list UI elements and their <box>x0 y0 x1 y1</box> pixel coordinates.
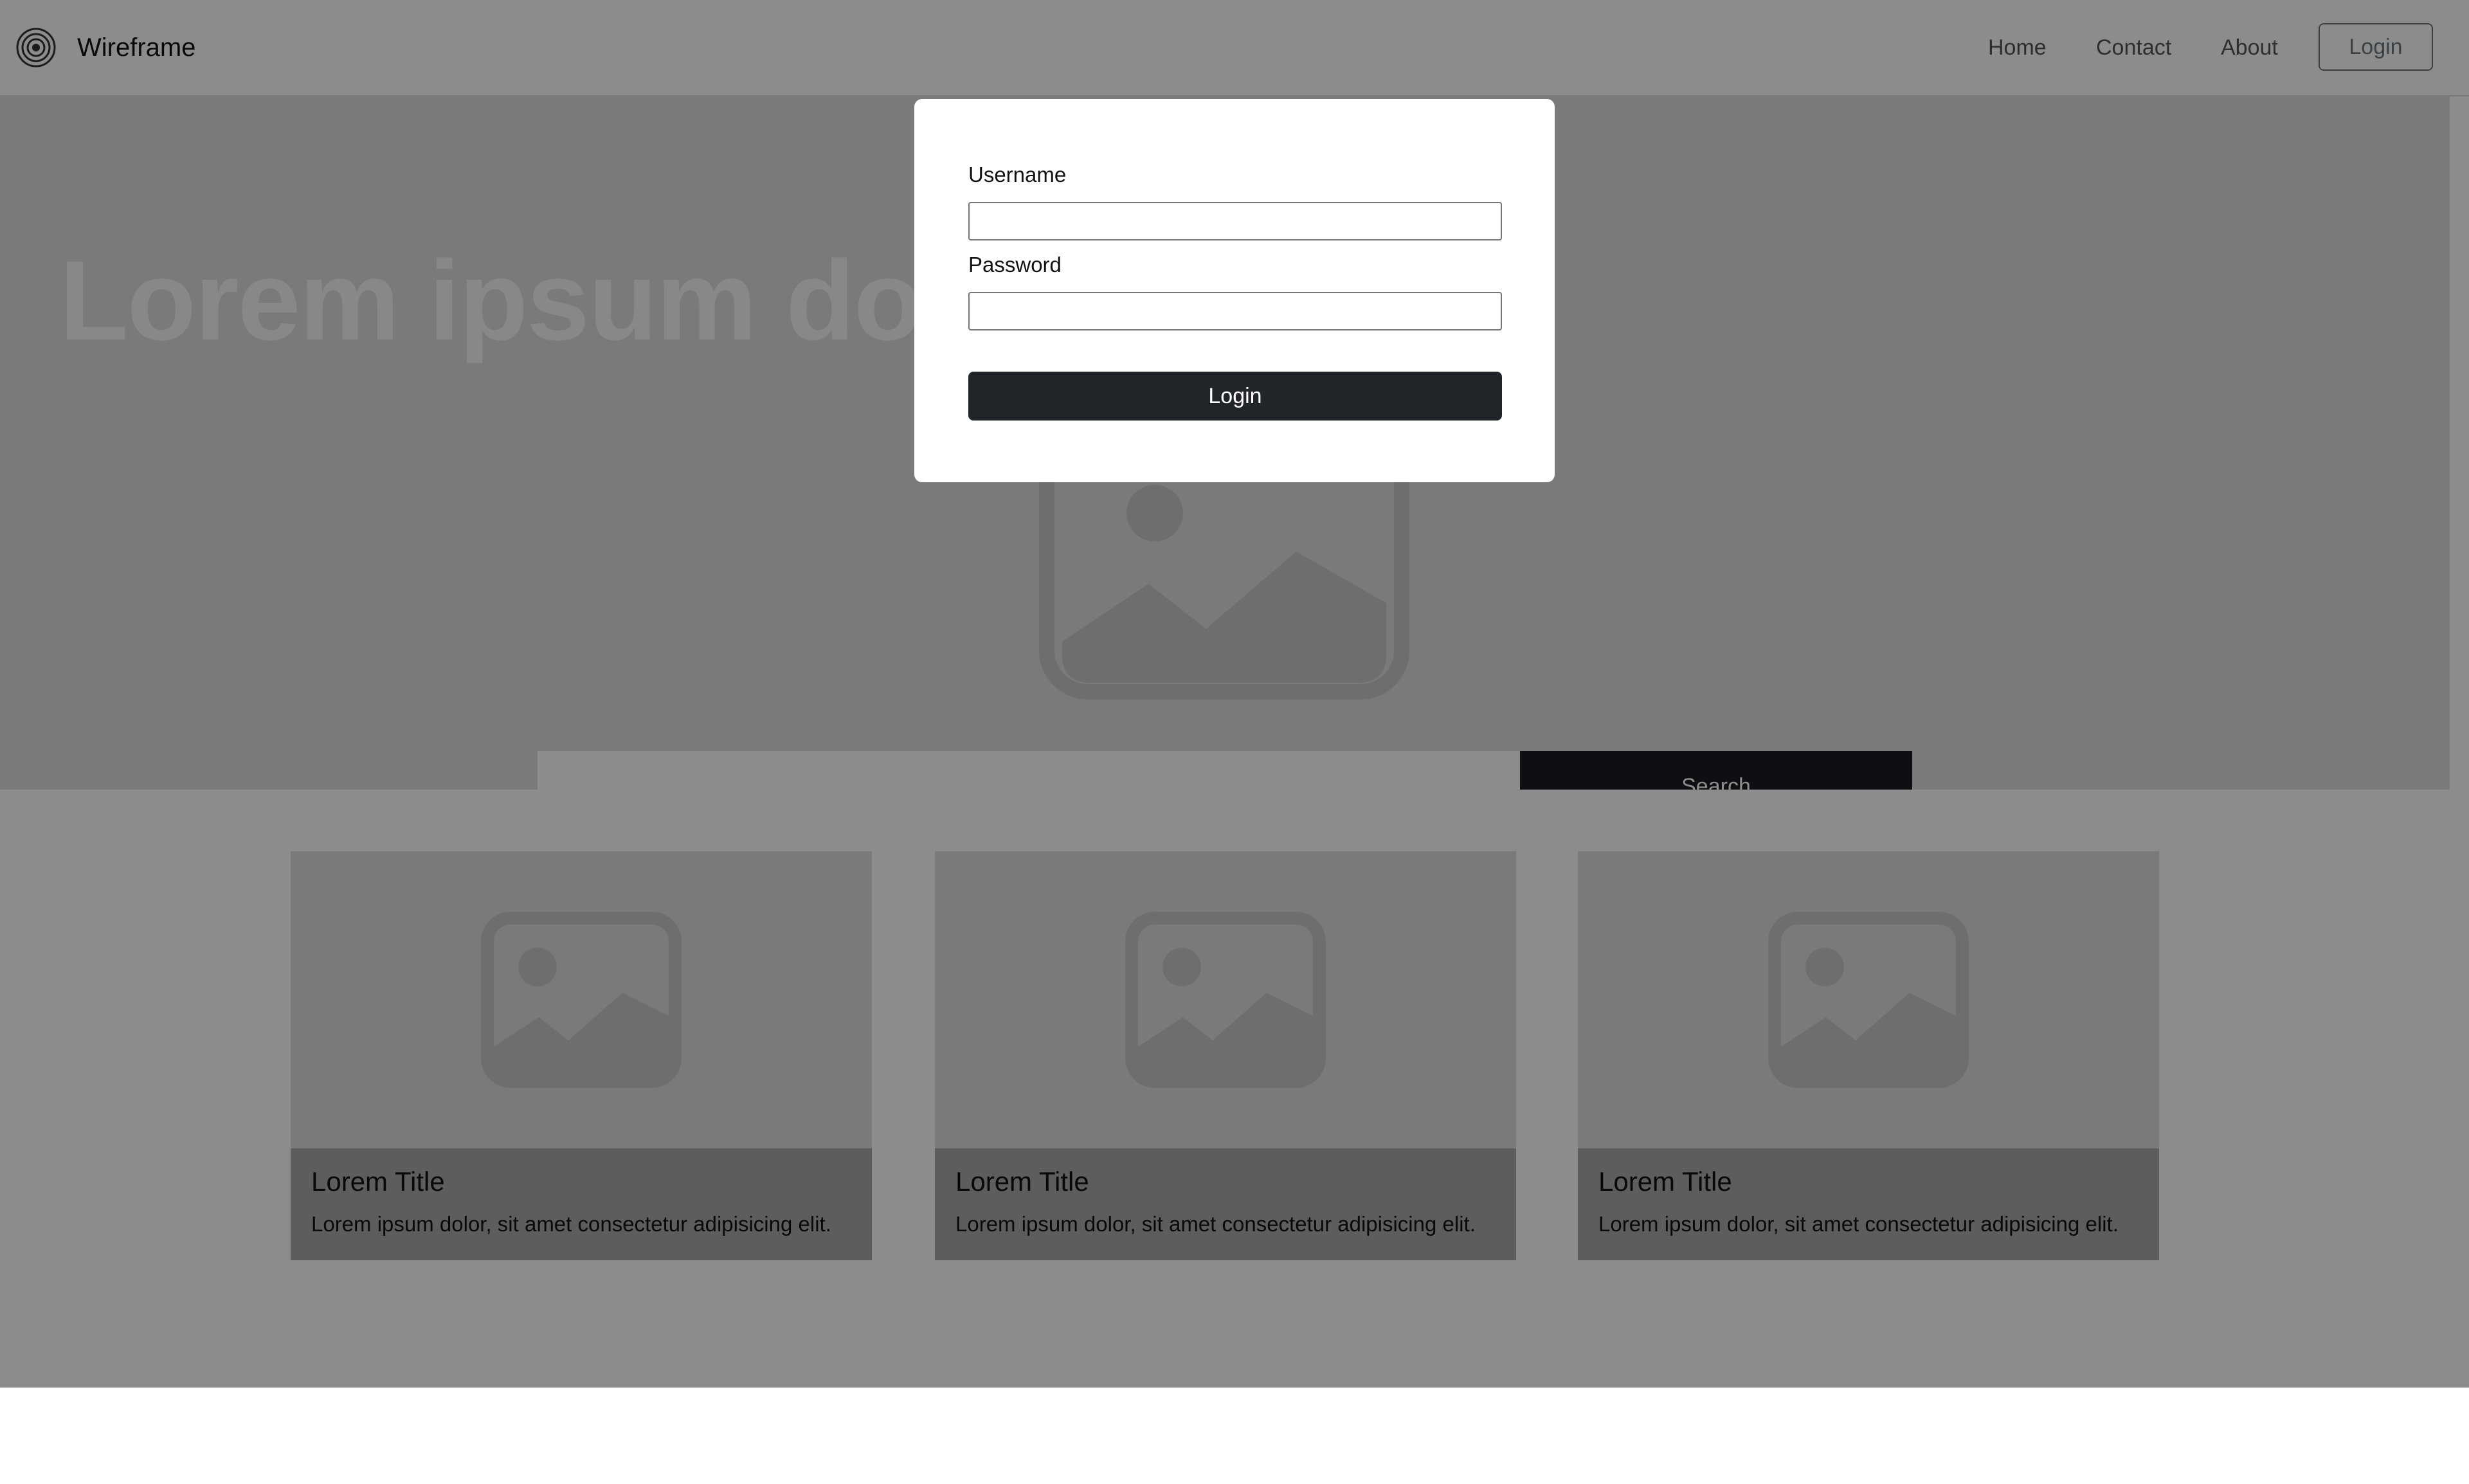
page: Wireframe Home Contact About Login Lorem… <box>0 0 2469 1484</box>
password-label: Password <box>968 253 1062 276</box>
username-field[interactable] <box>968 202 1502 240</box>
login-submit-button[interactable]: Login <box>968 372 1502 421</box>
username-label: Username <box>968 163 1067 186</box>
password-field[interactable] <box>968 292 1502 330</box>
login-modal: Username Password Login <box>914 99 1555 482</box>
page-footer-space <box>0 1388 2469 1484</box>
